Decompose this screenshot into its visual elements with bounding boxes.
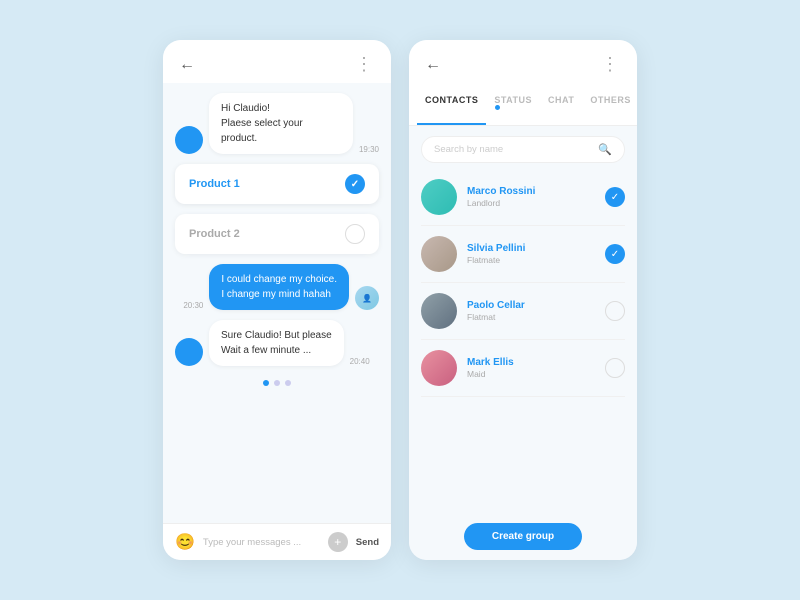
contact-info: Silvia Pellini Flatmate — [467, 243, 595, 265]
message-time: 19:30 — [359, 145, 379, 154]
contact-selected-icon[interactable]: ✓ — [605, 244, 625, 264]
user-avatar: 👤 — [355, 286, 379, 310]
search-icon: 🔍 — [598, 143, 612, 156]
search-bar[interactable]: Search by name 🔍 — [421, 136, 625, 163]
contact-name: Marco Rossini — [467, 186, 595, 197]
contact-avatar — [421, 293, 457, 329]
indicator-dot — [274, 380, 280, 386]
message-time: 20:30 — [183, 301, 203, 310]
tab-contacts[interactable]: CONTACTS — [417, 83, 486, 125]
check-selected-icon: ✓ — [345, 174, 365, 194]
product-option-2[interactable]: Product 2 — [175, 214, 379, 254]
contact-name: Mark Ellis — [467, 357, 595, 368]
contact-avatar — [421, 350, 457, 386]
contacts-list: Marco Rossini Landlord ✓ Silvia Pellini … — [409, 169, 637, 513]
contact-info: Paolo Cellar Flatmat — [467, 300, 595, 322]
product-label: Product 2 — [189, 228, 240, 240]
message-bubble: Sure Claudio! But please Wait a few minu… — [209, 320, 344, 366]
status-dot-icon — [495, 105, 500, 110]
contact-selected-icon[interactable]: ✓ — [605, 187, 625, 207]
contact-role: Flatmat — [467, 312, 595, 322]
chat-body: Hi Claudio! Plaese select your product. … — [163, 83, 391, 523]
product-option-1[interactable]: Product 1 ✓ — [175, 164, 379, 204]
message-bubble: I could change my choice. I change my mi… — [209, 264, 349, 310]
chat-header: ← ⋮ — [163, 40, 391, 83]
chat-panel: ← ⋮ Hi Claudio! Plaese select your produ… — [163, 40, 391, 560]
search-input[interactable]: Search by name — [434, 144, 592, 155]
check-empty-icon — [345, 224, 365, 244]
contact-role: Maid — [467, 369, 595, 379]
contact-unselected-icon[interactable] — [605, 358, 625, 378]
tab-others[interactable]: OTHERS — [582, 83, 637, 125]
contact-info: Marco Rossini Landlord — [467, 186, 595, 208]
contacts-panel: ← ⋮ CONTACTS STATUS CHAT OTHERS Search b… — [409, 40, 637, 560]
message-bubble: Hi Claudio! Plaese select your product. — [209, 93, 353, 154]
contact-avatar — [421, 179, 457, 215]
message-time: 20:40 — [350, 357, 370, 366]
emoji-button[interactable]: 😊 — [175, 532, 195, 552]
message-input[interactable]: Type your messages ... — [203, 537, 320, 548]
message-row: 20:30 I could change my choice. I change… — [183, 264, 379, 310]
create-group-button[interactable]: Create group — [464, 523, 582, 550]
add-button[interactable]: + — [328, 532, 348, 552]
contacts-header: ← ⋮ — [409, 40, 637, 83]
avatar — [175, 126, 203, 154]
contact-item: Paolo Cellar Flatmat — [421, 283, 625, 340]
tab-status[interactable]: STATUS — [486, 83, 540, 125]
avatar — [175, 338, 203, 366]
send-button[interactable]: Send — [356, 537, 379, 548]
product-label: Product 1 — [189, 178, 240, 190]
chat-back-button[interactable]: ← — [179, 56, 195, 74]
contact-item: Marco Rossini Landlord ✓ — [421, 169, 625, 226]
tab-chat[interactable]: CHAT — [540, 83, 582, 125]
message-row: Sure Claudio! But please Wait a few minu… — [175, 320, 379, 366]
chat-menu-button[interactable]: ⋮ — [355, 54, 375, 75]
message-row: Hi Claudio! Plaese select your product. … — [175, 93, 379, 154]
indicator-dot-active — [263, 380, 269, 386]
contact-unselected-icon[interactable] — [605, 301, 625, 321]
page-indicator — [175, 376, 379, 390]
contact-name: Paolo Cellar — [467, 300, 595, 311]
contact-item: Silvia Pellini Flatmate ✓ — [421, 226, 625, 283]
contact-role: Landlord — [467, 198, 595, 208]
contacts-back-button[interactable]: ← — [425, 56, 441, 74]
contact-avatar — [421, 236, 457, 272]
tabs-bar: CONTACTS STATUS CHAT OTHERS — [409, 83, 637, 126]
sent-message-group: 20:30 I could change my choice. I change… — [175, 264, 379, 310]
contact-role: Flatmate — [467, 255, 595, 265]
indicator-dot — [285, 380, 291, 386]
contact-name: Silvia Pellini — [467, 243, 595, 254]
contacts-menu-button[interactable]: ⋮ — [601, 54, 621, 75]
contact-info: Mark Ellis Maid — [467, 357, 595, 379]
create-group-bar: Create group — [409, 513, 637, 560]
contact-item: Mark Ellis Maid — [421, 340, 625, 397]
chat-input-bar: 😊 Type your messages ... + Send — [163, 523, 391, 560]
